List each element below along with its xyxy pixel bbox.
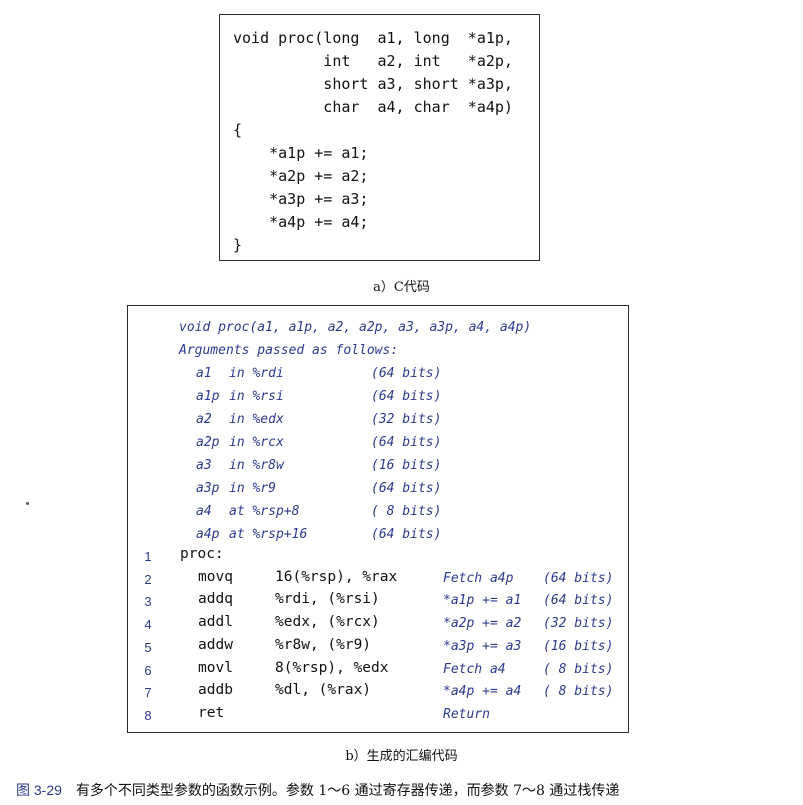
asm-label: proc: — [180, 546, 224, 562]
arg-location: at %rsp+16 — [229, 527, 308, 542]
asm-comment: *a4p += a4 — [443, 684, 522, 700]
figure-number: 图 3-29 — [16, 782, 62, 798]
arg-bits: (64 bits) — [371, 389, 442, 404]
asm-comment: Return — [443, 706, 490, 722]
arg-bits: (64 bits) — [371, 366, 442, 381]
asm-operands: %rdi, (%rsi) — [275, 591, 380, 608]
arg-name: a3p — [196, 481, 220, 496]
arg-location: in %r9 — [229, 481, 276, 496]
asm-bits: (64 bits) — [543, 593, 614, 609]
asm-line-number: 2 — [144, 571, 152, 587]
asm-opcode: addb — [198, 682, 233, 699]
arg-location: in %rdi — [229, 366, 284, 381]
arg-bits: ( 8 bits) — [371, 504, 442, 519]
arg-name: a1p — [196, 389, 220, 404]
asm-line-number: 3 — [144, 594, 152, 610]
asm-operands: %r8w, (%r9) — [275, 636, 372, 653]
asm-operands: 16(%rsp), %rax — [275, 568, 398, 585]
arg-bits: (64 bits) — [371, 481, 442, 496]
c-code-listing: void proc(long a1, long *a1p, int a2, in… — [233, 29, 513, 254]
arg-name: a1 — [196, 366, 212, 381]
c-code-caption: a）C代码 — [373, 280, 430, 295]
arg-name: a3 — [196, 458, 212, 473]
asm-code-caption: b）生成的汇编代码 — [345, 749, 458, 764]
asm-args-intro: Arguments passed as follows: — [179, 343, 399, 358]
figure-caption-text: 有多个不同类型参数的函数示例。参数 1～6 通过寄存器传递，而参数 7～8 通过… — [75, 783, 620, 799]
asm-bits: ( 8 bits) — [543, 661, 614, 677]
arg-bits: (16 bits) — [371, 458, 442, 473]
asm-line-number: 8 — [144, 707, 152, 723]
asm-bits: (32 bits) — [543, 616, 614, 632]
asm-bits: (64 bits) — [543, 570, 614, 586]
asm-operands: %dl, (%rax) — [275, 682, 372, 699]
asm-opcode: ret — [198, 704, 225, 721]
asm-comment: Fetch a4 — [443, 661, 506, 677]
asm-opcode: addq — [198, 591, 233, 608]
asm-line-number: 4 — [144, 617, 152, 633]
asm-signature: void proc(a1, a1p, a2, a2p, a3, a3p, a4,… — [179, 320, 532, 335]
asm-line-number: 1 — [144, 549, 152, 564]
arg-location: in %edx — [229, 412, 284, 427]
asm-bits: (16 bits) — [543, 638, 614, 654]
asm-line-number: 6 — [144, 662, 152, 678]
asm-opcode: addl — [198, 614, 233, 631]
asm-bits: ( 8 bits) — [543, 684, 614, 700]
arg-location: in %rsi — [229, 389, 284, 404]
asm-line-number: 7 — [144, 685, 152, 701]
asm-comment: *a3p += a3 — [443, 638, 522, 654]
arg-name: a2p — [196, 435, 220, 450]
arg-name: a4 — [196, 504, 212, 519]
arg-bits: (64 bits) — [371, 435, 442, 450]
asm-line-number: 5 — [144, 639, 152, 655]
asm-operands: 8(%rsp), %edx — [275, 659, 389, 676]
asm-comment: *a1p += a1 — [443, 593, 522, 609]
arg-location: at %rsp+8 — [229, 504, 300, 519]
c-code-box: void proc(long a1, long *a1p, int a2, in… — [219, 14, 540, 261]
arg-bits: (32 bits) — [371, 412, 442, 427]
figure-caption: 图 3-29 有多个不同类型参数的函数示例。参数 1～6 通过寄存器传递，而参数 … — [16, 780, 619, 800]
arg-location: in %rcx — [229, 435, 284, 450]
arg-bits: (64 bits) — [371, 527, 442, 542]
asm-opcode: movq — [198, 568, 233, 585]
asm-operands: %edx, (%rcx) — [275, 614, 380, 631]
arg-name: a4p — [196, 527, 220, 542]
asm-comment: Fetch a4p — [443, 570, 514, 586]
arg-location: in %r8w — [229, 458, 284, 473]
asm-opcode: movl — [198, 659, 233, 676]
arg-name: a2 — [196, 412, 212, 427]
asm-opcode: addw — [198, 636, 233, 653]
speck — [26, 502, 29, 505]
asm-comment: *a2p += a2 — [443, 616, 522, 632]
